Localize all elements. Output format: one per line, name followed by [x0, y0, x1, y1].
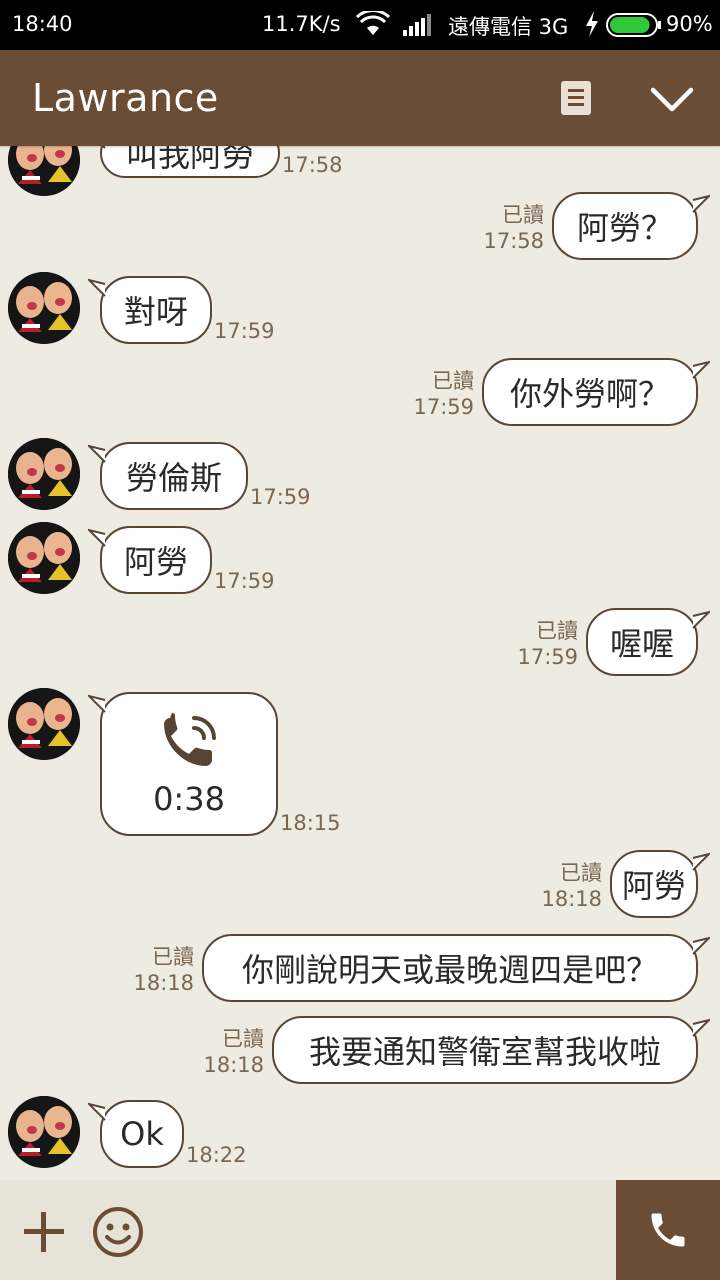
read-receipt: 已讀 [536, 619, 578, 643]
notes-icon[interactable] [560, 80, 592, 120]
call-record-bubble[interactable]: 0:38 [100, 692, 278, 836]
bubble-tail [101, 146, 106, 149]
phone-icon [651, 1213, 685, 1247]
message-meta: 已讀 18:18 [203, 1026, 264, 1078]
avatar[interactable] [8, 272, 80, 344]
message-text: 阿勞 [123, 543, 188, 581]
message-text: 喔喔 [609, 625, 674, 663]
bubble-tail [692, 1018, 710, 1037]
bubble-tail [88, 528, 106, 547]
message-meta: 18:15 [280, 810, 341, 836]
message-text: 你剛說明天或最晚週四是吧？ [241, 951, 658, 989]
bubble-tail [692, 610, 710, 629]
status-time: 18:40 [12, 12, 73, 36]
signal-icon [403, 14, 433, 40]
message-meta: 17:59 [214, 318, 275, 344]
message-meta: 已讀 18:18 [133, 944, 194, 996]
network-speed: 11.7K/s [262, 12, 341, 36]
message-bubble[interactable]: Ok [100, 1100, 184, 1168]
message-meta: 17:59 [250, 484, 311, 510]
message-text: Ok [120, 1115, 164, 1153]
carrier-name: 遠傳電信 3G [448, 15, 569, 39]
message-time: 17:59 [413, 395, 474, 419]
avatar[interactable] [8, 688, 80, 760]
message-text: 阿勞 [621, 867, 686, 905]
read-receipt: 已讀 [222, 1027, 264, 1051]
avatar[interactable] [8, 1096, 80, 1168]
voice-call-button[interactable] [616, 1180, 720, 1280]
message-bubble[interactable]: 阿勞 [610, 850, 698, 918]
wifi-icon [355, 9, 391, 41]
charging-icon [585, 11, 599, 41]
status-bar: 18:40 11.7K/s 遠傳電信 3G 90% [0, 0, 720, 50]
bubble-tail [88, 278, 106, 297]
message-text: 對呀 [123, 293, 188, 331]
battery-icon [606, 13, 662, 41]
message-time: 17:59 [250, 485, 311, 509]
call-duration: 0:38 [153, 780, 225, 818]
message-bubble[interactable]: 你外勞啊？ [482, 358, 698, 426]
plus-icon[interactable] [22, 1210, 66, 1258]
avatar[interactable] [8, 522, 80, 594]
read-receipt: 已讀 [432, 369, 474, 393]
message-time: 18:15 [280, 811, 341, 835]
message-bubble[interactable]: 阿勞？ [552, 192, 698, 260]
message-bubble[interactable]: 勞倫斯 [100, 442, 248, 510]
read-receipt: 已讀 [502, 203, 544, 227]
message-bubble[interactable]: 對呀 [100, 276, 212, 344]
message-time: 18:18 [203, 1053, 264, 1077]
message-meta: 已讀 18:18 [541, 860, 602, 912]
message-time: 18:18 [541, 887, 602, 911]
chat-title: Lawrance [32, 76, 219, 120]
bubble-tail [692, 936, 710, 955]
emoji-icon[interactable] [92, 1206, 144, 1262]
chevron-down-icon[interactable] [650, 86, 694, 118]
bubble-tail [692, 852, 710, 871]
message-meta: 18:22 [186, 1142, 247, 1168]
message-meta: 17:59 [214, 568, 275, 594]
message-bubble[interactable]: 我要通知警衛室幫我收啦 [272, 1016, 698, 1084]
message-bubble[interactable]: 叫我阿勞 [100, 146, 280, 178]
read-receipt: 已讀 [560, 861, 602, 885]
call-log-icon [158, 712, 222, 780]
message-meta: 已讀 17:58 [483, 202, 544, 254]
message-bubble[interactable]: 阿勞 [100, 526, 212, 594]
bubble-tail [88, 694, 106, 713]
message-time: 17:59 [214, 569, 275, 593]
message-text: 勞倫斯 [125, 459, 222, 497]
message-bubble[interactable]: 喔喔 [586, 608, 698, 676]
avatar[interactable] [8, 146, 80, 196]
message-text: 阿勞？ [576, 209, 673, 247]
read-receipt: 已讀 [152, 945, 194, 969]
bubble-tail [692, 360, 710, 379]
message-text: 你外勞啊？ [509, 375, 670, 413]
message-bubble[interactable]: 你剛說明天或最晚週四是吧？ [202, 934, 698, 1002]
message-time: 18:22 [186, 1143, 247, 1167]
message-text: 我要通知警衛室幫我收啦 [308, 1033, 661, 1071]
message-time: 18:18 [133, 971, 194, 995]
input-bar [0, 1180, 720, 1280]
chat-header: Lawrance [0, 50, 720, 146]
battery-percent: 90% [666, 12, 713, 36]
message-meta: 已讀 17:59 [517, 618, 578, 670]
message-meta: 17:58 [282, 152, 343, 178]
message-time: 17:58 [282, 153, 343, 177]
bubble-tail [692, 194, 710, 213]
message-time: 17:59 [214, 319, 275, 343]
message-meta: 已讀 17:59 [413, 368, 474, 420]
message-text: 叫我阿勞 [125, 146, 254, 174]
bubble-tail [88, 444, 106, 463]
message-time: 17:58 [483, 229, 544, 253]
chat-message-list[interactable]: 叫我阿勞 17:58 阿勞？ 已讀 17:58 對呀 17:59 你外勞啊？ 已讀 17:59 勞倫… [0, 146, 720, 1180]
message-time: 17:59 [517, 645, 578, 669]
bubble-tail [88, 1102, 106, 1121]
avatar[interactable] [8, 438, 80, 510]
